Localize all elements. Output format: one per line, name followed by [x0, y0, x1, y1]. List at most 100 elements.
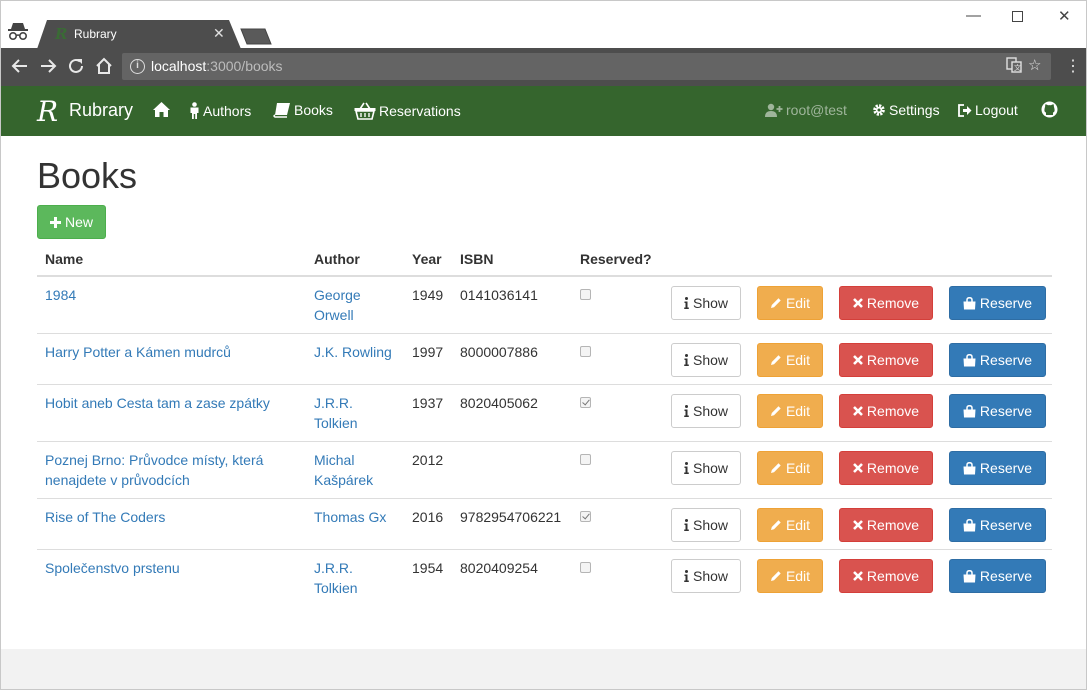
pencil-icon	[770, 406, 781, 416]
bookmark-star-icon[interactable]: ☆	[1028, 56, 1041, 74]
reserved-checkbox	[580, 346, 591, 357]
book-name-link[interactable]: Poznej Brno: Průvodce místy, která nenaj…	[45, 452, 263, 488]
remove-icon	[853, 298, 863, 308]
remove-icon	[853, 571, 863, 581]
reserve-button[interactable]: Reserve	[949, 559, 1046, 593]
forward-icon[interactable]	[39, 57, 57, 78]
author-link[interactable]: Michal Kašpárek	[314, 452, 373, 488]
favicon-icon: R	[55, 25, 68, 43]
show-button[interactable]: Show	[671, 508, 741, 542]
pencil-icon	[770, 355, 781, 365]
edit-button[interactable]: Edit	[757, 559, 823, 593]
remove-button[interactable]: Remove	[839, 286, 933, 320]
author-link[interactable]: J.R.R. Tolkien	[314, 395, 358, 431]
reload-icon[interactable]	[67, 57, 85, 78]
github-link[interactable]	[1041, 101, 1058, 118]
nav-books[interactable]: Books	[273, 102, 333, 118]
edit-button[interactable]: Edit	[757, 508, 823, 542]
cog-icon	[873, 104, 885, 116]
show-button[interactable]: Show	[671, 394, 741, 428]
reserve-button[interactable]: Reserve	[949, 286, 1046, 320]
browser-tab[interactable]: R Rubrary ✕	[37, 20, 241, 49]
edit-button[interactable]: Edit	[757, 286, 823, 320]
book-name-link[interactable]: Rise of The Coders	[45, 509, 165, 525]
url-input[interactable]: i localhost:3000/books 文 ☆	[122, 53, 1051, 80]
nav-books-label: Books	[294, 102, 333, 118]
table-row: Hobit aneb Cesta tam a zase zpátky J.R.R…	[37, 384, 1052, 442]
table-row: 1984 George Orwell 1949 0141036141 Show …	[37, 275, 1052, 334]
show-button[interactable]: Show	[671, 286, 741, 320]
show-button[interactable]: Show	[671, 343, 741, 377]
reserve-button[interactable]: Reserve	[949, 508, 1046, 542]
edit-button[interactable]: Edit	[757, 394, 823, 428]
book-name-link[interactable]: Společenstvo prstenu	[45, 560, 180, 576]
home-browser-icon[interactable]	[95, 57, 113, 78]
minimize-icon[interactable]: —	[966, 7, 981, 24]
author-link[interactable]: J.K. Rowling	[314, 344, 392, 360]
close-window-icon[interactable]: ✕	[1058, 7, 1071, 25]
info-icon[interactable]: i	[130, 59, 145, 74]
book-name-link[interactable]: Harry Potter a Kámen mudrců	[45, 344, 231, 360]
book-isbn: 9782954706221	[452, 498, 572, 550]
logout-icon	[958, 103, 972, 117]
nav-authors[interactable]: Authors	[189, 102, 251, 119]
github-icon	[1041, 101, 1058, 118]
col-isbn: ISBN	[452, 242, 572, 277]
browser-menu-icon[interactable]: ⋮	[1065, 56, 1081, 76]
reserve-button[interactable]: Reserve	[949, 394, 1046, 428]
reserve-button[interactable]: Reserve	[949, 343, 1046, 377]
info-icon	[684, 570, 689, 582]
app-navbar: R Rubrary Authors Books Reservations roo…	[0, 86, 1087, 136]
new-book-button[interactable]: New	[37, 205, 106, 239]
back-icon[interactable]	[11, 57, 29, 78]
show-button[interactable]: Show	[671, 559, 741, 593]
nav-user-label: root@test	[786, 102, 847, 118]
book-name-link[interactable]: 1984	[45, 287, 76, 303]
nav-reservations[interactable]: Reservations	[354, 102, 461, 120]
nav-user[interactable]: root@test	[765, 102, 847, 118]
info-icon	[684, 297, 689, 309]
nav-settings[interactable]: Settings	[872, 102, 940, 118]
brand-logo[interactable]: R	[37, 95, 58, 128]
tab-close-icon[interactable]: ✕	[213, 25, 225, 42]
col-name: Name	[37, 242, 306, 277]
remove-button[interactable]: Remove	[839, 559, 933, 593]
book-icon	[273, 103, 290, 118]
reserved-checkbox	[580, 397, 591, 408]
edit-button[interactable]: Edit	[757, 343, 823, 377]
translate-icon[interactable]: 文	[1006, 57, 1022, 77]
book-name-link[interactable]: Hobit aneb Cesta tam a zase zpátky	[45, 395, 270, 411]
page-footer	[0, 649, 1087, 690]
col-year: Year	[404, 242, 452, 277]
remove-button[interactable]: Remove	[839, 508, 933, 542]
info-icon	[684, 354, 689, 366]
info-icon	[684, 405, 689, 417]
book-isbn	[452, 441, 572, 499]
book-year: 2016	[404, 498, 452, 550]
remove-button[interactable]: Remove	[839, 343, 933, 377]
remove-button[interactable]: Remove	[839, 394, 933, 428]
incognito-icon	[8, 23, 28, 41]
nav-logout[interactable]: Logout	[958, 102, 1018, 118]
edit-button[interactable]: Edit	[757, 451, 823, 485]
new-tab-button[interactable]	[239, 28, 273, 45]
author-link[interactable]: Thomas Gx	[314, 509, 386, 525]
table-row: Harry Potter a Kámen mudrců J.K. Rowling…	[37, 333, 1052, 385]
book-isbn: 0141036141	[452, 275, 572, 334]
reserved-checkbox	[580, 289, 591, 300]
bag-icon	[963, 404, 976, 417]
maximize-icon[interactable]	[1012, 9, 1023, 26]
nav-home[interactable]	[152, 101, 171, 118]
show-button[interactable]: Show	[671, 451, 741, 485]
reserved-checkbox	[580, 511, 591, 522]
brand-name[interactable]: Rubrary	[69, 100, 133, 121]
bag-icon	[963, 461, 976, 474]
pencil-icon	[770, 520, 781, 530]
reserve-button[interactable]: Reserve	[949, 451, 1046, 485]
table-row: Poznej Brno: Průvodce místy, která nenaj…	[37, 441, 1052, 499]
author-link[interactable]: George Orwell	[314, 287, 361, 323]
book-isbn: 8000007886	[452, 333, 572, 385]
author-link[interactable]: J.R.R. Tolkien	[314, 560, 358, 596]
svg-text:文: 文	[1014, 63, 1021, 72]
remove-button[interactable]: Remove	[839, 451, 933, 485]
